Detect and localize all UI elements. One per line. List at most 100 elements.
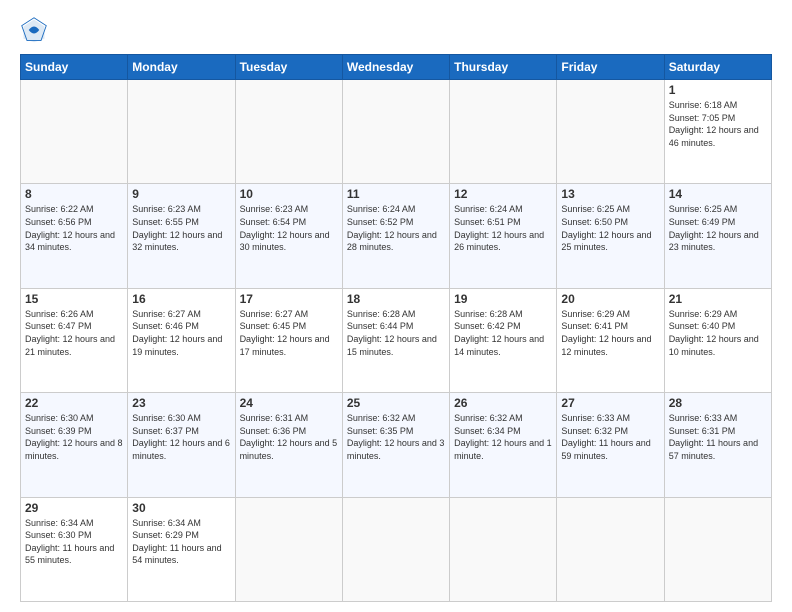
calendar-cell: 8 Sunrise: 6:22 AMSunset: 6:56 PMDaylight… bbox=[21, 184, 128, 288]
header bbox=[20, 16, 772, 44]
calendar-cell: 29 Sunrise: 6:34 AMSunset: 6:30 PMDayligh… bbox=[21, 497, 128, 601]
day-number: 16 bbox=[132, 292, 230, 306]
calendar-header-monday: Monday bbox=[128, 55, 235, 80]
calendar-cell: 12 Sunrise: 6:24 AMSunset: 6:51 PMDayligh… bbox=[450, 184, 557, 288]
calendar-cell bbox=[557, 80, 664, 184]
logo bbox=[20, 16, 52, 44]
calendar-header-row: SundayMondayTuesdayWednesdayThursdayFrid… bbox=[21, 55, 772, 80]
calendar-header-friday: Friday bbox=[557, 55, 664, 80]
day-number: 27 bbox=[561, 396, 659, 410]
calendar-cell bbox=[235, 497, 342, 601]
calendar-week-5: 29 Sunrise: 6:34 AMSunset: 6:30 PMDayligh… bbox=[21, 497, 772, 601]
day-info: Sunrise: 6:32 AMSunset: 6:34 PMDaylight:… bbox=[454, 412, 552, 462]
calendar-week-1: 1 Sunrise: 6:18 AMSunset: 7:05 PMDaylight… bbox=[21, 80, 772, 184]
calendar-cell: 9 Sunrise: 6:23 AMSunset: 6:55 PMDaylight… bbox=[128, 184, 235, 288]
calendar-header-tuesday: Tuesday bbox=[235, 55, 342, 80]
calendar-header-thursday: Thursday bbox=[450, 55, 557, 80]
day-info: Sunrise: 6:27 AMSunset: 6:45 PMDaylight:… bbox=[240, 308, 338, 358]
day-number: 14 bbox=[669, 187, 767, 201]
day-number: 20 bbox=[561, 292, 659, 306]
calendar-cell: 20 Sunrise: 6:29 AMSunset: 6:41 PMDayligh… bbox=[557, 288, 664, 392]
day-info: Sunrise: 6:25 AMSunset: 6:50 PMDaylight:… bbox=[561, 203, 659, 253]
day-info: Sunrise: 6:30 AMSunset: 6:39 PMDaylight:… bbox=[25, 412, 123, 462]
day-number: 28 bbox=[669, 396, 767, 410]
calendar-cell: 23 Sunrise: 6:30 AMSunset: 6:37 PMDayligh… bbox=[128, 393, 235, 497]
day-number: 13 bbox=[561, 187, 659, 201]
day-info: Sunrise: 6:32 AMSunset: 6:35 PMDaylight:… bbox=[347, 412, 445, 462]
calendar-header-saturday: Saturday bbox=[664, 55, 771, 80]
calendar-cell bbox=[342, 80, 449, 184]
logo-icon bbox=[20, 16, 48, 44]
day-number: 15 bbox=[25, 292, 123, 306]
calendar-cell bbox=[128, 80, 235, 184]
calendar-cell: 10 Sunrise: 6:23 AMSunset: 6:54 PMDayligh… bbox=[235, 184, 342, 288]
calendar-cell: 1 Sunrise: 6:18 AMSunset: 7:05 PMDaylight… bbox=[664, 80, 771, 184]
day-info: Sunrise: 6:22 AMSunset: 6:56 PMDaylight:… bbox=[25, 203, 123, 253]
day-info: Sunrise: 6:29 AMSunset: 6:40 PMDaylight:… bbox=[669, 308, 767, 358]
calendar-cell: 11 Sunrise: 6:24 AMSunset: 6:52 PMDayligh… bbox=[342, 184, 449, 288]
day-info: Sunrise: 6:27 AMSunset: 6:46 PMDaylight:… bbox=[132, 308, 230, 358]
day-number: 24 bbox=[240, 396, 338, 410]
calendar-cell bbox=[21, 80, 128, 184]
calendar-cell bbox=[450, 497, 557, 601]
calendar: SundayMondayTuesdayWednesdayThursdayFrid… bbox=[20, 54, 772, 602]
calendar-cell: 25 Sunrise: 6:32 AMSunset: 6:35 PMDayligh… bbox=[342, 393, 449, 497]
calendar-cell: 22 Sunrise: 6:30 AMSunset: 6:39 PMDayligh… bbox=[21, 393, 128, 497]
calendar-cell bbox=[450, 80, 557, 184]
day-number: 9 bbox=[132, 187, 230, 201]
day-number: 23 bbox=[132, 396, 230, 410]
calendar-cell: 16 Sunrise: 6:27 AMSunset: 6:46 PMDayligh… bbox=[128, 288, 235, 392]
day-info: Sunrise: 6:26 AMSunset: 6:47 PMDaylight:… bbox=[25, 308, 123, 358]
day-number: 18 bbox=[347, 292, 445, 306]
calendar-cell bbox=[235, 80, 342, 184]
day-number: 29 bbox=[25, 501, 123, 515]
day-info: Sunrise: 6:29 AMSunset: 6:41 PMDaylight:… bbox=[561, 308, 659, 358]
day-number: 21 bbox=[669, 292, 767, 306]
calendar-cell: 27 Sunrise: 6:33 AMSunset: 6:32 PMDayligh… bbox=[557, 393, 664, 497]
calendar-week-3: 15 Sunrise: 6:26 AMSunset: 6:47 PMDayligh… bbox=[21, 288, 772, 392]
day-number: 10 bbox=[240, 187, 338, 201]
day-number: 12 bbox=[454, 187, 552, 201]
day-number: 22 bbox=[25, 396, 123, 410]
calendar-header-wednesday: Wednesday bbox=[342, 55, 449, 80]
calendar-cell: 14 Sunrise: 6:25 AMSunset: 6:49 PMDayligh… bbox=[664, 184, 771, 288]
calendar-header-sunday: Sunday bbox=[21, 55, 128, 80]
day-number: 11 bbox=[347, 187, 445, 201]
day-info: Sunrise: 6:30 AMSunset: 6:37 PMDaylight:… bbox=[132, 412, 230, 462]
day-info: Sunrise: 6:34 AMSunset: 6:30 PMDaylight:… bbox=[25, 517, 123, 567]
day-info: Sunrise: 6:33 AMSunset: 6:31 PMDaylight:… bbox=[669, 412, 767, 462]
day-info: Sunrise: 6:23 AMSunset: 6:55 PMDaylight:… bbox=[132, 203, 230, 253]
day-info: Sunrise: 6:18 AMSunset: 7:05 PMDaylight:… bbox=[669, 99, 767, 149]
calendar-cell: 17 Sunrise: 6:27 AMSunset: 6:45 PMDayligh… bbox=[235, 288, 342, 392]
day-info: Sunrise: 6:28 AMSunset: 6:44 PMDaylight:… bbox=[347, 308, 445, 358]
day-number: 26 bbox=[454, 396, 552, 410]
calendar-week-4: 22 Sunrise: 6:30 AMSunset: 6:39 PMDayligh… bbox=[21, 393, 772, 497]
calendar-cell: 18 Sunrise: 6:28 AMSunset: 6:44 PMDayligh… bbox=[342, 288, 449, 392]
day-info: Sunrise: 6:23 AMSunset: 6:54 PMDaylight:… bbox=[240, 203, 338, 253]
day-info: Sunrise: 6:28 AMSunset: 6:42 PMDaylight:… bbox=[454, 308, 552, 358]
calendar-cell: 21 Sunrise: 6:29 AMSunset: 6:40 PMDayligh… bbox=[664, 288, 771, 392]
calendar-week-2: 8 Sunrise: 6:22 AMSunset: 6:56 PMDaylight… bbox=[21, 184, 772, 288]
day-info: Sunrise: 6:34 AMSunset: 6:29 PMDaylight:… bbox=[132, 517, 230, 567]
calendar-cell: 13 Sunrise: 6:25 AMSunset: 6:50 PMDayligh… bbox=[557, 184, 664, 288]
calendar-cell bbox=[664, 497, 771, 601]
day-number: 25 bbox=[347, 396, 445, 410]
day-number: 8 bbox=[25, 187, 123, 201]
day-info: Sunrise: 6:24 AMSunset: 6:52 PMDaylight:… bbox=[347, 203, 445, 253]
day-number: 17 bbox=[240, 292, 338, 306]
page: SundayMondayTuesdayWednesdayThursdayFrid… bbox=[0, 0, 792, 612]
day-info: Sunrise: 6:33 AMSunset: 6:32 PMDaylight:… bbox=[561, 412, 659, 462]
day-number: 30 bbox=[132, 501, 230, 515]
calendar-cell: 15 Sunrise: 6:26 AMSunset: 6:47 PMDayligh… bbox=[21, 288, 128, 392]
day-info: Sunrise: 6:25 AMSunset: 6:49 PMDaylight:… bbox=[669, 203, 767, 253]
calendar-cell: 24 Sunrise: 6:31 AMSunset: 6:36 PMDayligh… bbox=[235, 393, 342, 497]
day-info: Sunrise: 6:24 AMSunset: 6:51 PMDaylight:… bbox=[454, 203, 552, 253]
calendar-cell bbox=[557, 497, 664, 601]
calendar-cell: 26 Sunrise: 6:32 AMSunset: 6:34 PMDayligh… bbox=[450, 393, 557, 497]
calendar-cell: 19 Sunrise: 6:28 AMSunset: 6:42 PMDayligh… bbox=[450, 288, 557, 392]
day-number: 1 bbox=[669, 83, 767, 97]
day-number: 19 bbox=[454, 292, 552, 306]
calendar-cell: 28 Sunrise: 6:33 AMSunset: 6:31 PMDayligh… bbox=[664, 393, 771, 497]
day-info: Sunrise: 6:31 AMSunset: 6:36 PMDaylight:… bbox=[240, 412, 338, 462]
calendar-cell: 30 Sunrise: 6:34 AMSunset: 6:29 PMDayligh… bbox=[128, 497, 235, 601]
